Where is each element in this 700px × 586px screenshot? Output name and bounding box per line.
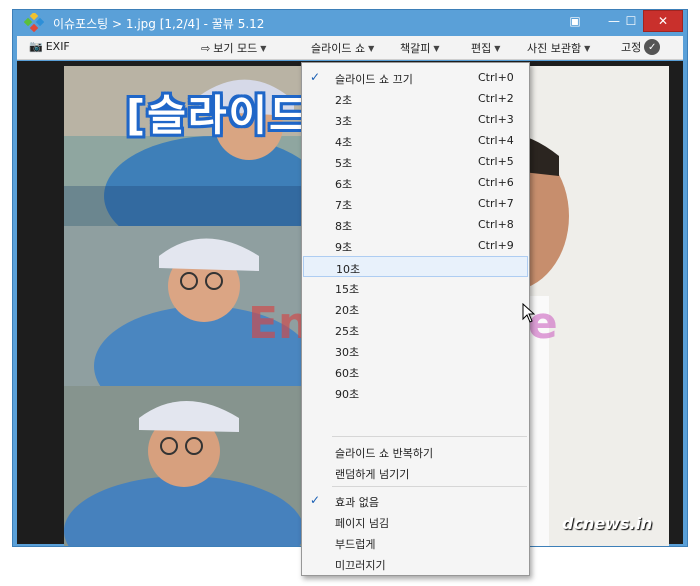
menu-item-label: 슬라이드 쇼 끄기 bbox=[335, 73, 413, 86]
menu-item-label: 부드럽게 bbox=[335, 538, 376, 551]
check-icon: ✓ bbox=[309, 493, 321, 507]
photo-panel bbox=[64, 386, 301, 546]
menu-item-effect[interactable]: ✓ 효과 없음 bbox=[303, 490, 528, 511]
menu-item-shortcut: Ctrl+6 bbox=[478, 176, 514, 189]
menu-item[interactable]: 8초 Ctrl+8 bbox=[303, 214, 528, 235]
menu-item[interactable]: 7초 Ctrl+7 bbox=[303, 193, 528, 214]
check-circle-icon: ✓ bbox=[644, 39, 661, 55]
view-mode-menu[interactable]: ⇨ 보기 모드 ▼ bbox=[201, 40, 266, 56]
exif-label: EXIF bbox=[45, 40, 70, 53]
menu-item-label: 60초 bbox=[335, 367, 360, 380]
close-button[interactable]: ✕ bbox=[643, 10, 683, 32]
chevron-down-icon: ▼ bbox=[584, 43, 591, 53]
menu-item[interactable]: 9초 Ctrl+9 bbox=[303, 235, 528, 256]
menu-item-shortcut: Ctrl+9 bbox=[478, 239, 514, 252]
slideshow-menu[interactable]: 슬라이드 쇼 ▼ bbox=[311, 40, 374, 56]
menu-item[interactable]: 15초 bbox=[303, 277, 528, 298]
menu-item[interactable]: 20초 bbox=[303, 298, 528, 319]
slideshow-dropdown: ✓ 슬라이드 쇼 끄기 Ctrl+0 2초 Ctrl+2 3초 Ctrl+3 4초 Ctrl+4… bbox=[301, 62, 530, 576]
menu-item-random[interactable]: 랜덤하게 넘기기 bbox=[303, 462, 528, 483]
menu-item-label: 8초 bbox=[335, 220, 353, 233]
menu-item-label: 슬라이드 쇼 반복하기 bbox=[335, 447, 434, 460]
menu-item-label: 페이지 넘김 bbox=[335, 517, 390, 530]
camera-icon: 📷 bbox=[29, 40, 43, 53]
tile-window-icon[interactable]: ▣ bbox=[565, 10, 585, 32]
menu-item-label: 15초 bbox=[335, 283, 360, 296]
menu-separator bbox=[332, 486, 527, 487]
slideshow-label: 슬라이드 쇼 bbox=[311, 42, 366, 55]
menu-separator bbox=[332, 436, 527, 437]
mouse-cursor-icon bbox=[522, 303, 536, 323]
menu-item-label: 30초 bbox=[335, 346, 360, 359]
menu-item[interactable]: 30초 bbox=[303, 340, 528, 361]
view-mode-icon: ⇨ bbox=[201, 41, 211, 55]
check-icon: ✓ bbox=[309, 70, 321, 84]
menu-item-label: 9초 bbox=[335, 241, 353, 254]
menu-item[interactable]: ✓ 슬라이드 쇼 끄기 Ctrl+0 bbox=[303, 67, 528, 88]
menu-item[interactable]: 4초 Ctrl+4 bbox=[303, 130, 528, 151]
menu-item-shortcut: Ctrl+8 bbox=[478, 218, 514, 231]
pin-label: 고정 bbox=[621, 41, 642, 54]
menu-item-label: 2초 bbox=[335, 94, 353, 107]
menu-item-label: 4초 bbox=[335, 136, 353, 149]
edit-label: 편집 bbox=[471, 42, 492, 55]
menu-item-label: 5초 bbox=[335, 157, 353, 170]
menu-item[interactable]: 3초 Ctrl+3 bbox=[303, 109, 528, 130]
menu-item-label: 6초 bbox=[335, 178, 353, 191]
menu-item[interactable]: 60초 bbox=[303, 361, 528, 382]
menu-item-repeat[interactable]: 슬라이드 쇼 반복하기 bbox=[303, 441, 528, 462]
menu-item[interactable]: 6초 Ctrl+6 bbox=[303, 172, 528, 193]
menu-item[interactable]: 10초 bbox=[303, 256, 528, 277]
bookmark-label: 책갈피 bbox=[400, 42, 431, 55]
menu-item-label: 25초 bbox=[335, 325, 360, 338]
exif-button[interactable]: 📷 EXIF bbox=[29, 40, 70, 53]
chevron-down-icon: ▼ bbox=[494, 43, 501, 53]
menu-item[interactable]: 5초 Ctrl+5 bbox=[303, 151, 528, 172]
window-title: 이슈포스팅 > 1.jpg [1,2/4] - 꿀뷰 5.12 bbox=[53, 17, 265, 31]
photo-box-label: 사진 보관함 bbox=[527, 42, 582, 55]
menu-item-shortcut: Ctrl+7 bbox=[478, 197, 514, 210]
pin-button[interactable]: 고정 ✓ bbox=[621, 39, 661, 55]
menu-item-label: 3초 bbox=[335, 115, 353, 128]
menu-item[interactable]: 90초 bbox=[303, 382, 528, 403]
menu-item-shortcut: Ctrl+0 bbox=[478, 71, 514, 84]
menu-item-shortcut: Ctrl+4 bbox=[478, 134, 514, 147]
maximize-button[interactable]: ☐ bbox=[621, 10, 641, 32]
chevron-down-icon: ▼ bbox=[368, 43, 375, 53]
bookmark-menu[interactable]: 책갈피 ▼ bbox=[400, 40, 440, 56]
menu-item-shortcut: Ctrl+3 bbox=[478, 113, 514, 126]
menu-item-effect[interactable]: 부드럽게 bbox=[303, 532, 528, 553]
menu-item-label: 10초 bbox=[336, 263, 361, 276]
menu-item[interactable]: 2초 Ctrl+2 bbox=[303, 88, 528, 109]
menu-item-label: 효과 없음 bbox=[335, 496, 379, 509]
menu-item-effect[interactable]: 페이지 넘김 bbox=[303, 511, 528, 532]
photo-box-menu[interactable]: 사진 보관함 ▼ bbox=[527, 40, 590, 56]
menu-item-label: 20초 bbox=[335, 304, 360, 317]
menu-item-label: 7초 bbox=[335, 199, 353, 212]
view-mode-label: 보기 모드 bbox=[213, 42, 258, 55]
toolbar: 📷 EXIF ⇨ 보기 모드 ▼ 슬라이드 쇼 ▼ 책갈피 ▼ 편집 ▼ 사진 … bbox=[17, 36, 683, 60]
menu-item-effect[interactable]: 미끄러지기 bbox=[303, 553, 528, 574]
chevron-down-icon: ▼ bbox=[433, 43, 440, 53]
app-logo-icon bbox=[24, 13, 44, 33]
source-watermark: dcnews.in bbox=[562, 514, 653, 533]
menu-item-shortcut: Ctrl+2 bbox=[478, 92, 514, 105]
menu-item-label: 미끄러지기 bbox=[335, 559, 386, 572]
menu-item-label: 90초 bbox=[335, 388, 360, 401]
menu-item[interactable]: 25초 bbox=[303, 319, 528, 340]
menu-item-shortcut: Ctrl+5 bbox=[478, 155, 514, 168]
edit-menu[interactable]: 편집 ▼ bbox=[471, 40, 500, 56]
title-bar[interactable]: 이슈포스팅 > 1.jpg [1,2/4] - 꿀뷰 5.12 ▣ — ☐ ✕ bbox=[13, 10, 687, 36]
menu-item-label: 랜덤하게 넘기기 bbox=[335, 468, 410, 481]
chevron-down-icon: ▼ bbox=[260, 43, 267, 53]
